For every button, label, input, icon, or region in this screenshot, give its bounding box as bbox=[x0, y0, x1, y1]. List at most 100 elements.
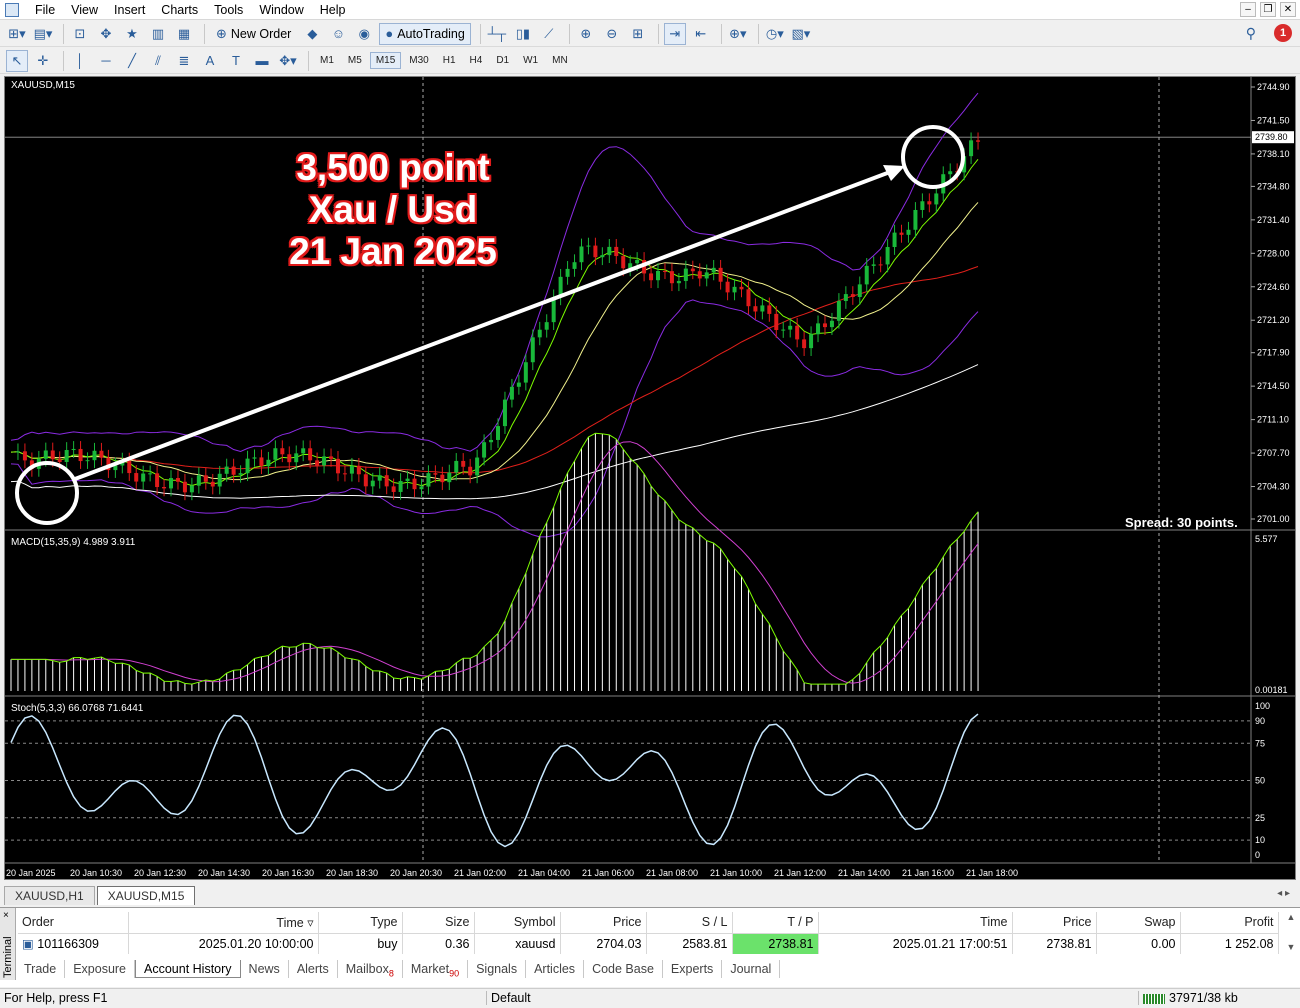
templates-icon[interactable]: ▧▾ bbox=[790, 23, 812, 45]
tab-mailbox[interactable]: Mailbox8 bbox=[338, 960, 403, 979]
column-header[interactable]: Time bbox=[818, 912, 1013, 934]
column-header[interactable]: Symbol bbox=[474, 912, 561, 934]
timeframe-m15[interactable]: M15 bbox=[369, 52, 402, 69]
order-cell: ▣ 101166309 bbox=[18, 933, 129, 954]
new-order-button[interactable]: ⊕ New Order bbox=[210, 23, 297, 45]
menu-insert[interactable]: Insert bbox=[106, 0, 153, 20]
metaeditor-icon[interactable]: ◆ bbox=[301, 23, 323, 45]
column-header[interactable]: Swap bbox=[1096, 912, 1181, 934]
crosshair-icon[interactable]: ✛ bbox=[32, 50, 54, 72]
restore-icon[interactable]: ❐ bbox=[1260, 2, 1276, 17]
bar-chart-icon[interactable]: ┴┬ bbox=[486, 23, 508, 45]
equidistant-channel-icon[interactable]: ⫽ bbox=[147, 50, 169, 72]
horizontal-line-icon[interactable]: ─ bbox=[95, 50, 117, 72]
candle-body bbox=[398, 481, 403, 492]
column-header[interactable]: T / P bbox=[732, 912, 819, 934]
tab-articles[interactable]: Articles bbox=[526, 960, 585, 978]
chart-window[interactable]: 2744.90 2741.50 2738.10 2734.80 2731.40 2728.… bbox=[4, 76, 1296, 880]
tab-signals[interactable]: Signals bbox=[468, 960, 527, 978]
timeframe-mn[interactable]: MN bbox=[546, 52, 574, 69]
candle-body bbox=[496, 426, 500, 440]
timeframe-w1[interactable]: W1 bbox=[517, 52, 544, 69]
signals-icon[interactable]: ☺ bbox=[327, 23, 349, 45]
timeframe-m5[interactable]: M5 bbox=[342, 52, 368, 69]
chart-shift-icon[interactable]: ⇤ bbox=[690, 23, 712, 45]
new-chart-icon[interactable]: ⊞▾ bbox=[6, 23, 28, 45]
menu-help[interactable]: Help bbox=[312, 0, 354, 20]
timeframe-h4[interactable]: H4 bbox=[464, 52, 489, 69]
column-header[interactable]: Type bbox=[318, 912, 403, 934]
timeframe-d1[interactable]: D1 bbox=[490, 52, 515, 69]
chart-tab-xauusd-m15[interactable]: XAUUSD,M15 bbox=[96, 886, 196, 905]
zoom-in-icon[interactable]: ⊕ bbox=[575, 23, 597, 45]
column-header[interactable]: Size bbox=[402, 912, 475, 934]
menu-tools[interactable]: Tools bbox=[206, 0, 251, 20]
trendline-icon[interactable]: ╱ bbox=[121, 50, 143, 72]
search-icon[interactable]: ⚲ bbox=[1246, 25, 1256, 42]
timeframe-h1[interactable]: H1 bbox=[437, 52, 462, 69]
menu-bar: File View Insert Charts Tools Window Hel… bbox=[0, 0, 1300, 20]
tab-code-base[interactable]: Code Base bbox=[584, 960, 663, 978]
shapes-icon[interactable]: ✥▾ bbox=[277, 50, 299, 72]
column-header[interactable]: Price bbox=[560, 912, 647, 934]
fibonacci-icon[interactable]: ≣ bbox=[173, 50, 195, 72]
candle-body bbox=[280, 448, 285, 455]
table-row[interactable]: ▣ 101166309 2025.01.20 10:00:00 buy 0.36… bbox=[18, 933, 1279, 954]
autotrading-button[interactable]: ● AutoTrading bbox=[379, 22, 471, 45]
indicators-icon[interactable]: ⊕▾ bbox=[727, 23, 749, 45]
spread-label: Spread: 30 points. bbox=[1125, 515, 1238, 530]
market-watch-icon[interactable]: ⊡ bbox=[69, 23, 91, 45]
close-icon[interactable]: × bbox=[3, 910, 9, 921]
tab-alerts[interactable]: Alerts bbox=[289, 960, 338, 978]
tab-journal[interactable]: Journal bbox=[722, 960, 781, 978]
minimize-icon[interactable]: – bbox=[1240, 2, 1256, 17]
tab-exposure[interactable]: Exposure bbox=[65, 960, 136, 978]
tab-experts[interactable]: Experts bbox=[663, 960, 723, 978]
menu-charts[interactable]: Charts bbox=[153, 0, 206, 20]
terminal-icon[interactable]: ▥ bbox=[147, 23, 169, 45]
autoscroll-icon[interactable]: ⇥ bbox=[663, 22, 686, 45]
tab-trade[interactable]: Trade bbox=[16, 960, 66, 978]
tab-news[interactable]: News bbox=[241, 960, 289, 978]
column-header[interactable]: Time ▿ bbox=[128, 912, 319, 934]
periods-icon[interactable]: ◷▾ bbox=[764, 23, 786, 45]
tab-account-history[interactable]: Account History bbox=[135, 960, 241, 978]
candle-body bbox=[544, 322, 549, 330]
annotation-line: 3,500 point bbox=[296, 147, 490, 188]
chart-tab-xauusd-h1[interactable]: XAUUSD,H1 bbox=[4, 886, 95, 905]
candle-body bbox=[857, 284, 862, 297]
zoom-out-icon[interactable]: ⊖ bbox=[601, 23, 623, 45]
tab-scroll-arrows[interactable]: ◂ ▸ bbox=[1277, 888, 1290, 899]
candlestick-icon[interactable]: ▯▮ bbox=[512, 23, 534, 45]
text-icon[interactable]: A bbox=[199, 50, 221, 72]
timeframe-m30[interactable]: M30 bbox=[403, 52, 434, 69]
time-tick-label: 21 Jan 18:00 bbox=[966, 868, 1018, 878]
tile-windows-icon[interactable]: ⊞ bbox=[627, 23, 649, 45]
terminal-scrollbar[interactable]: ▲ ▼ bbox=[1284, 912, 1298, 956]
navigator-icon[interactable]: ★ bbox=[121, 23, 143, 45]
vps-icon[interactable]: ◉ bbox=[353, 23, 375, 45]
tab-market[interactable]: Market90 bbox=[403, 960, 469, 979]
arrows-icon[interactable]: ▬ bbox=[251, 50, 273, 72]
cursor-icon[interactable]: ↖ bbox=[6, 49, 28, 72]
candle-body bbox=[266, 459, 271, 467]
timeframe-m1[interactable]: M1 bbox=[314, 52, 340, 69]
text-label-icon[interactable]: T bbox=[225, 50, 247, 72]
candle-body bbox=[656, 271, 661, 281]
menu-file[interactable]: File bbox=[27, 0, 63, 20]
column-header[interactable]: Profit bbox=[1180, 912, 1279, 934]
column-header[interactable]: S / L bbox=[646, 912, 733, 934]
menu-view[interactable]: View bbox=[63, 0, 106, 20]
column-header[interactable]: Order bbox=[18, 912, 129, 934]
menu-window[interactable]: Window bbox=[251, 0, 311, 20]
data-window-icon[interactable]: ✥ bbox=[95, 23, 117, 45]
vertical-line-icon[interactable]: │ bbox=[69, 50, 91, 72]
close-icon[interactable]: ✕ bbox=[1280, 2, 1296, 17]
column-header[interactable]: Price bbox=[1012, 912, 1097, 934]
price-chart[interactable]: 2744.90 2741.50 2738.10 2734.80 2731.40 2728.… bbox=[5, 77, 1295, 879]
notification-badge[interactable]: 1 bbox=[1274, 24, 1292, 42]
strategy-tester-icon[interactable]: ▦ bbox=[173, 23, 195, 45]
candle-body bbox=[287, 454, 292, 463]
line-chart-icon[interactable]: ⟋ bbox=[538, 23, 560, 45]
profiles-icon[interactable]: ▤▾ bbox=[32, 23, 54, 45]
